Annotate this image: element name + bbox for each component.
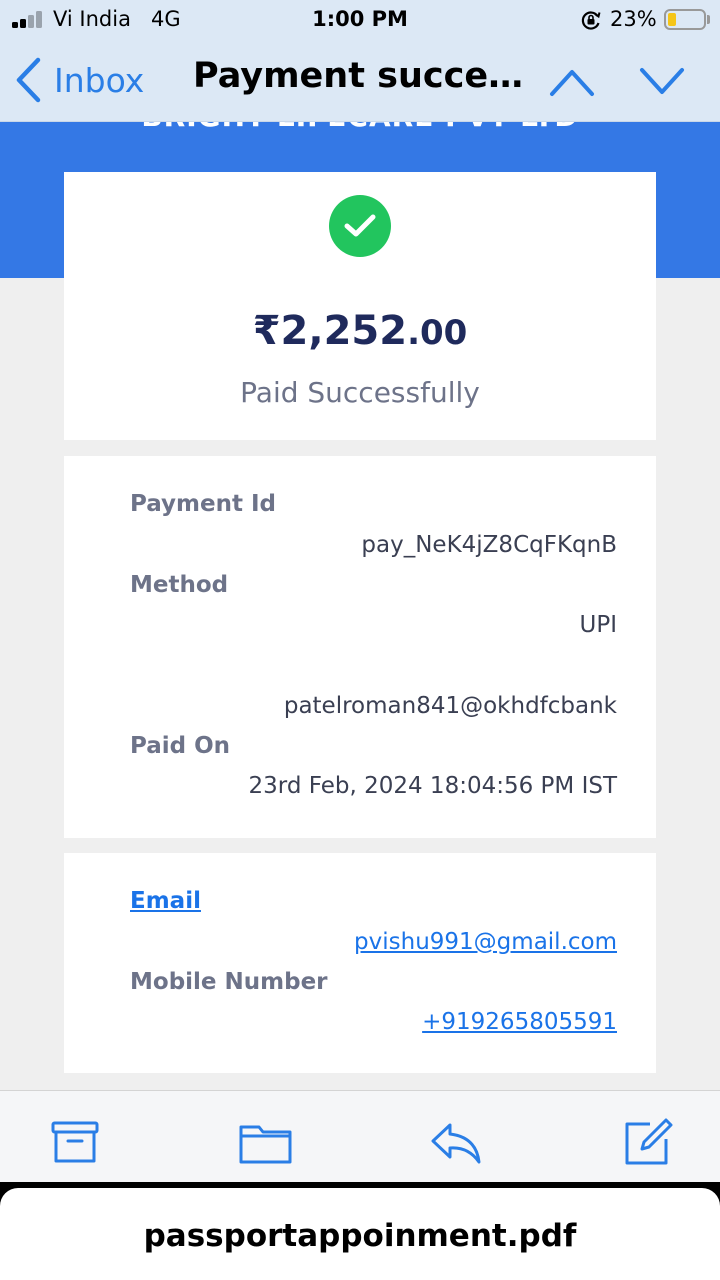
back-button[interactable]: Inbox (14, 56, 144, 104)
amount-decimal: .00 (407, 313, 468, 353)
chevron-up-icon[interactable] (546, 64, 598, 100)
success-check-icon (329, 195, 391, 257)
amount-main: ₹2,252 (252, 308, 408, 354)
battery-icon (664, 9, 706, 30)
status-bar: Vi India 4G 1:00 PM 23% (0, 0, 720, 40)
back-label: Inbox (54, 60, 145, 100)
mobile-label: Mobile Number (130, 969, 328, 995)
attachment-filename: passportappoinment.pdf (143, 1218, 577, 1254)
battery-fill (668, 13, 676, 26)
chevron-left-icon (16, 57, 41, 103)
chevron-down-icon[interactable] (636, 64, 688, 100)
attachment-sheet[interactable]: passportappoinment.pdf (0, 1188, 720, 1280)
payment-id-value: pay_NeK4jZ8CqFKqnB (361, 532, 617, 558)
payment-status: Paid Successfully (240, 376, 480, 409)
orientation-lock-icon (581, 11, 601, 30)
mail-screen: BRIGHT LIFECARE PVT LTD ₹2,252.00 Paid S… (0, 0, 720, 1280)
battery-tip (707, 15, 710, 24)
battery-percent: 23% (610, 7, 657, 31)
email-subject-title: Payment succes... (193, 56, 529, 96)
email-label-link[interactable]: Email (130, 888, 201, 914)
bottom-toolbar (0, 1090, 720, 1186)
paid-on-value: 23rd Feb, 2024 18:04:56 PM IST (248, 773, 617, 799)
upi-id-value: patelroman841@okhdfcbank (283, 693, 617, 719)
archive-icon[interactable] (48, 1117, 104, 1167)
method-label: Method (130, 572, 229, 598)
reply-icon[interactable] (428, 1117, 484, 1167)
compose-icon[interactable] (620, 1117, 676, 1167)
folder-icon[interactable] (238, 1117, 294, 1167)
payment-details-card: Payment Id pay_NeK4jZ8CqFKqnB Method UPI… (64, 456, 656, 838)
email-link[interactable]: pvishu991@gmail.com (354, 929, 617, 955)
email-body: BRIGHT LIFECARE PVT LTD ₹2,252.00 Paid S… (0, 0, 720, 1090)
paid-on-label: Paid On (130, 733, 231, 759)
contact-card: Email pvishu991@gmail.com Mobile Number … (64, 853, 656, 1073)
amount-card: ₹2,252.00 Paid Successfully (64, 172, 656, 440)
payment-amount: ₹2,252.00 (64, 308, 656, 354)
nav-bar: Inbox Payment succes... (0, 40, 720, 122)
mobile-link[interactable]: +919265805591 (422, 1009, 617, 1035)
payment-id-label: Payment Id (130, 491, 277, 517)
method-value: UPI (579, 612, 618, 638)
